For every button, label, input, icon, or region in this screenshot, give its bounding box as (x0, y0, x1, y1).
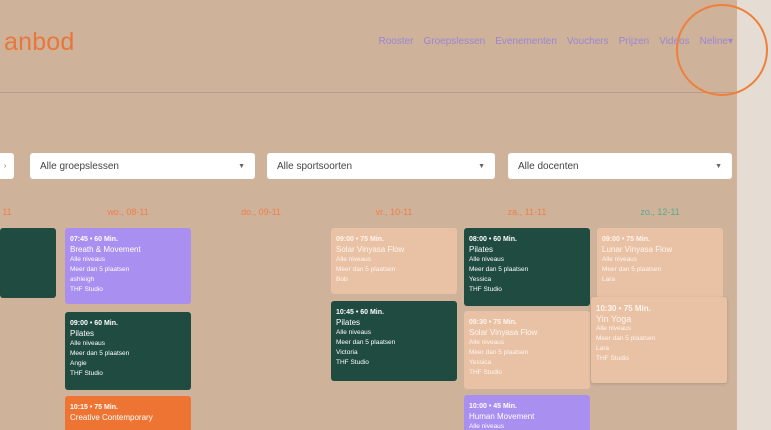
session-teacher: Lara (596, 345, 610, 352)
session-time: 09:00 • 60 Min. (70, 320, 118, 327)
session-card[interactable]: 10:45 • 60 Min. Pilates Alle niveaus Mee… (331, 301, 457, 381)
session-name: Breath & Movement (70, 245, 141, 254)
session-name: Creative Contemporary (70, 413, 153, 422)
day-header-thu: do., 09-11 (241, 207, 281, 217)
session-level: Alle niveaus (469, 423, 505, 430)
nav-groepslessen[interactable]: Groepslessen (424, 36, 486, 47)
session-studio: THF Studio (469, 286, 502, 293)
highlight-circle (676, 4, 768, 96)
session-spots: Meer dan 5 plaatsen (602, 266, 662, 273)
session-studio: THF Studio (596, 355, 629, 362)
session-level: Alle niveaus (469, 339, 505, 346)
session-time: 09:30 • 75 Min. (469, 319, 517, 326)
session-spots: Meer dan 5 plaatsen (336, 339, 396, 346)
session-teacher: Yessica (469, 276, 492, 283)
filter-partial-select[interactable]: › (0, 153, 14, 179)
session-name: Solar Vinyasa Flow (336, 245, 405, 254)
session-time: 10:45 • 60 Min. (336, 309, 384, 316)
session-studio: THF Studio (70, 370, 103, 377)
session-time: 10:15 • 75 Min. (70, 404, 118, 411)
session-name: Pilates (70, 329, 95, 338)
session-card[interactable]: 10:15 • 75 Min. Creative Contemporary (65, 396, 191, 430)
day-header-sun: zo., 12-11 (640, 207, 680, 217)
session-time: 10:30 • 75 Min. (596, 304, 651, 313)
session-teacher: Victoria (336, 349, 358, 356)
filter-classes-value: Alle groepslessen (40, 160, 119, 172)
dropdown-caret-icon: ▼ (478, 162, 485, 170)
app-window: anbod Rooster Groepslessen Evenementen V… (0, 0, 737, 430)
filter-teachers-select[interactable]: Alle docenten ▼ (508, 153, 732, 179)
session-card-partial[interactable] (0, 228, 56, 298)
chevron-right-icon: › (4, 162, 7, 170)
dropdown-caret-icon: ▼ (715, 162, 722, 170)
session-time: 09:00 • 75 Min. (602, 236, 650, 243)
session-time: 10:00 • 45 Min. (469, 403, 517, 410)
nav-vouchers[interactable]: Vouchers (567, 36, 609, 47)
day-header-fri: vr., 10-11 (375, 207, 413, 217)
session-card[interactable]: 09:00 • 60 Min. Pilates Alle niveaus Mee… (65, 312, 191, 390)
session-name: Lunar Vinyasa Flow (602, 245, 673, 254)
session-card[interactable]: 09:00 • 75 Min. Solar Vinyasa Flow Alle … (331, 228, 457, 294)
session-spots: Meer dan 5 plaatsen (336, 266, 396, 273)
session-spots: Meer dan 5 plaatsen (70, 266, 130, 273)
session-teacher: Yessica (469, 359, 492, 366)
nav-rooster[interactable]: Rooster (378, 36, 413, 47)
session-level: Alle niveaus (602, 256, 638, 263)
session-name: Pilates (336, 318, 361, 327)
session-level: Alle niveaus (469, 256, 505, 263)
session-level: Alle niveaus (70, 340, 106, 347)
session-time: 09:00 • 75 Min. (336, 236, 384, 243)
day-header-partial: 11 (2, 207, 12, 217)
nav-prijzen[interactable]: Prijzen (619, 36, 650, 47)
session-card[interactable]: 10:00 • 45 Min. Human Movement Alle nive… (464, 395, 590, 430)
session-card[interactable]: 07:45 • 60 Min. Breath & Movement Alle n… (65, 228, 191, 304)
session-level: Alle niveaus (336, 329, 372, 336)
session-studio: THF Studio (469, 369, 502, 376)
session-spots: Meer dan 5 plaatsen (469, 266, 529, 273)
filter-sports-select[interactable]: Alle sportsoorten ▼ (267, 153, 495, 179)
session-studio: THF Studio (70, 286, 103, 293)
session-card[interactable]: 09:00 • 75 Min. Lunar Vinyasa Flow Alle … (597, 228, 723, 298)
session-teacher: Angie (70, 360, 87, 367)
session-card[interactable]: 08:00 • 60 Min. Pilates Alle niveaus Mee… (464, 228, 590, 306)
session-time: 08:00 • 60 Min. (469, 236, 517, 243)
session-level: Alle niveaus (70, 256, 106, 263)
header-divider (0, 92, 737, 93)
session-teacher: Bob (336, 276, 348, 283)
day-header-sat: za., 11-11 (507, 207, 547, 217)
session-level: Alle niveaus (336, 256, 372, 263)
session-card[interactable]: 10:30 • 75 Min. Yin Yoga Alle niveaus Me… (591, 297, 727, 383)
session-spots: Meer dan 5 plaatsen (70, 350, 130, 357)
nav-evenementen[interactable]: Evenementen (495, 36, 557, 47)
session-name: Pilates (469, 245, 494, 254)
session-spots: Meer dan 5 plaatsen (469, 349, 529, 356)
session-name: Yin Yoga (596, 314, 632, 324)
dropdown-caret-icon: ▼ (238, 162, 245, 170)
session-teacher: ashleigh (70, 276, 95, 283)
day-header-wed: wo., 08-11 (107, 207, 149, 217)
session-studio: THF Studio (336, 359, 369, 366)
session-level: Alle niveaus (596, 325, 632, 332)
filter-classes-select[interactable]: Alle groepslessen ▼ (30, 153, 255, 179)
session-spots: Meer dan 5 plaatsen (596, 335, 656, 342)
session-teacher: Lara (602, 276, 616, 283)
brand-logo[interactable]: anbod (4, 28, 75, 57)
filter-sports-value: Alle sportsoorten (277, 160, 353, 172)
filter-teachers-value: Alle docenten (518, 160, 579, 172)
session-name: Solar Vinyasa Flow (469, 328, 538, 337)
session-time: 07:45 • 60 Min. (70, 236, 118, 243)
session-name: Human Movement (469, 412, 535, 421)
session-card[interactable]: 09:30 • 75 Min. Solar Vinyasa Flow Alle … (464, 311, 590, 389)
